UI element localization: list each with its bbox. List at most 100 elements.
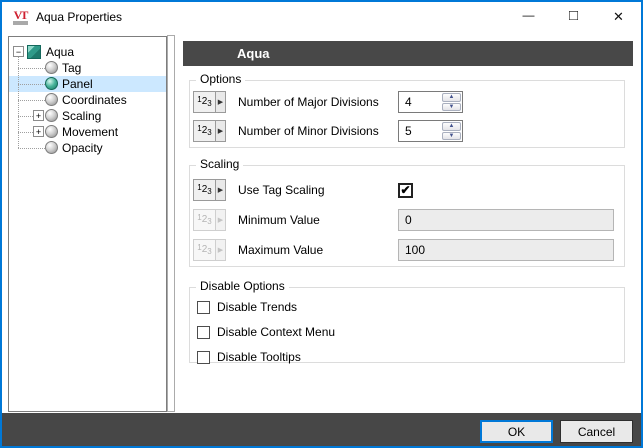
minimum-value-field xyxy=(398,209,614,231)
title-bar[interactable]: VT Aqua Properties — □ ✕ xyxy=(2,2,641,31)
sphere-node-icon xyxy=(45,109,58,122)
disable-context-menu-label: Disable Context Menu xyxy=(217,325,336,339)
major-divisions-spinner[interactable]: ▲ ▼ xyxy=(398,91,463,113)
num-sub: 3 xyxy=(207,128,212,137)
maximize-button[interactable]: □ xyxy=(551,2,596,31)
options-group: Options 123 ▶ Number of Major Divisions … xyxy=(189,72,625,148)
vt-app-icon: VT xyxy=(11,9,29,25)
tree-node-tag[interactable]: Tag xyxy=(9,60,166,76)
disable-trends-row: Disable Trends xyxy=(197,299,297,315)
spinner-buttons: ▲ ▼ xyxy=(441,121,462,141)
tree-node-aqua-root[interactable]: − Aqua xyxy=(9,44,166,60)
numeric-123-icon: 123 xyxy=(194,121,215,141)
numeric-binding-button[interactable]: 123 ▶ xyxy=(193,179,226,201)
dropdown-arrow-icon[interactable]: ▶ xyxy=(215,92,225,112)
disable-tooltips-row: Disable Tooltips xyxy=(197,349,301,365)
expand-expander-icon[interactable]: + xyxy=(33,126,44,137)
tree-node-movement[interactable]: + Movement xyxy=(9,124,166,140)
close-button[interactable]: ✕ xyxy=(596,2,641,31)
spin-up-icon: ▲ xyxy=(448,94,455,101)
tree-node-coordinates[interactable]: Coordinates xyxy=(9,92,166,108)
check-icon: ✔ xyxy=(400,182,411,197)
tree-node-label[interactable]: Panel xyxy=(62,77,93,91)
spin-down-icon: ▼ xyxy=(448,132,455,139)
property-tree: − Aqua Tag Panel Coordinates + Scaling +… xyxy=(8,36,167,412)
spinner-down-button[interactable]: ▼ xyxy=(442,102,461,111)
numeric-binding-button-disabled: 123 ▶ xyxy=(193,239,226,261)
minimize-icon: — xyxy=(522,8,535,22)
numeric-binding-button[interactable]: 123 ▶ xyxy=(193,120,226,142)
disable-trends-label: Disable Trends xyxy=(217,300,298,314)
dropdown-arrow-icon: ▶ xyxy=(215,240,225,260)
numeric-123-icon: 123 xyxy=(194,180,215,200)
sphere-node-icon xyxy=(45,125,58,138)
minor-divisions-spinner[interactable]: ▲ ▼ xyxy=(398,120,463,142)
aqua-gauge-icon xyxy=(27,45,41,59)
numeric-123-icon: 123 xyxy=(194,92,215,112)
window-controls: — □ ✕ xyxy=(506,2,641,31)
tree-node-label[interactable]: Movement xyxy=(62,125,118,139)
tree-node-label[interactable]: Scaling xyxy=(62,109,101,123)
sphere-node-icon xyxy=(45,141,58,154)
dropdown-arrow-icon[interactable]: ▶ xyxy=(215,180,225,200)
sphere-node-icon xyxy=(45,93,58,106)
tree-node-label[interactable]: Tag xyxy=(62,61,81,75)
disable-context-menu-checkbox[interactable] xyxy=(197,325,210,339)
options-group-label: Options xyxy=(196,72,246,86)
num-sub: 3 xyxy=(207,247,212,256)
numeric-binding-button-disabled: 123 ▶ xyxy=(193,209,226,231)
dropdown-arrow-icon[interactable]: ▶ xyxy=(215,121,225,141)
minor-divisions-row: 123 ▶ Number of Minor Divisions ▲ ▼ xyxy=(193,120,623,142)
num-sub: 3 xyxy=(207,99,212,108)
expand-expander-icon[interactable]: + xyxy=(33,110,44,121)
tree-node-panel-selected[interactable]: Panel xyxy=(9,76,166,92)
vt-logo-base xyxy=(12,20,28,25)
tree-node-opacity[interactable]: Opacity xyxy=(9,140,166,156)
scaling-group: Scaling 123 ▶ Use Tag Scaling ✔ 123 ▶ Mi… xyxy=(189,157,625,267)
major-divisions-label: Number of Major Divisions xyxy=(238,95,379,109)
minor-divisions-label: Number of Minor Divisions xyxy=(238,124,379,138)
numeric-123-icon: 123 xyxy=(194,240,215,260)
tree-node-label[interactable]: Aqua xyxy=(46,45,74,59)
ok-button[interactable]: OK xyxy=(480,420,553,443)
panel-header-bar: Aqua xyxy=(183,41,633,66)
panel-header-title: Aqua xyxy=(237,46,270,61)
spin-up-icon: ▲ xyxy=(448,123,455,130)
numeric-binding-button[interactable]: 123 ▶ xyxy=(193,91,226,113)
numeric-123-icon: 123 xyxy=(194,210,215,230)
footer-bar: OK Cancel xyxy=(2,413,641,446)
vt-logo-text: VT xyxy=(13,7,29,22)
tree-panel-splitter[interactable] xyxy=(167,35,175,412)
cancel-button[interactable]: Cancel xyxy=(560,420,633,443)
spin-down-icon: ▼ xyxy=(448,103,455,110)
sphere-node-icon xyxy=(45,61,58,74)
disable-options-group: Disable Options Disable Trends Disable C… xyxy=(189,279,625,365)
tree-node-label[interactable]: Coordinates xyxy=(62,93,127,107)
disable-context-menu-row: Disable Context Menu xyxy=(197,324,335,340)
minimize-button[interactable]: — xyxy=(506,2,551,31)
spinner-down-button[interactable]: ▼ xyxy=(442,131,461,140)
spinner-up-button[interactable]: ▲ xyxy=(442,122,461,131)
maximum-value-label: Maximum Value xyxy=(238,243,324,257)
use-tag-scaling-checkbox[interactable]: ✔ xyxy=(398,182,413,198)
collapse-expander-icon[interactable]: − xyxy=(13,46,24,57)
close-icon: ✕ xyxy=(613,8,624,24)
major-divisions-input[interactable] xyxy=(399,92,441,112)
minor-divisions-input[interactable] xyxy=(399,121,441,141)
maximum-value-row: 123 ▶ Maximum Value xyxy=(193,239,623,261)
dropdown-arrow-icon: ▶ xyxy=(215,210,225,230)
minimum-value-label: Minimum Value xyxy=(238,213,320,227)
disable-options-group-label: Disable Options xyxy=(196,279,289,293)
num-sub: 3 xyxy=(207,217,212,226)
minimum-value-row: 123 ▶ Minimum Value xyxy=(193,209,623,231)
use-tag-scaling-label: Use Tag Scaling xyxy=(238,183,325,197)
tree-node-scaling[interactable]: + Scaling xyxy=(9,108,166,124)
window-title: Aqua Properties xyxy=(36,9,123,24)
disable-tooltips-label: Disable Tooltips xyxy=(217,350,301,364)
tree-node-label[interactable]: Opacity xyxy=(62,141,103,155)
disable-trends-checkbox[interactable] xyxy=(197,300,210,314)
spinner-up-button[interactable]: ▲ xyxy=(442,93,461,102)
scaling-group-label: Scaling xyxy=(196,157,244,171)
sphere-node-icon-green xyxy=(45,77,58,90)
disable-tooltips-checkbox[interactable] xyxy=(197,350,210,364)
